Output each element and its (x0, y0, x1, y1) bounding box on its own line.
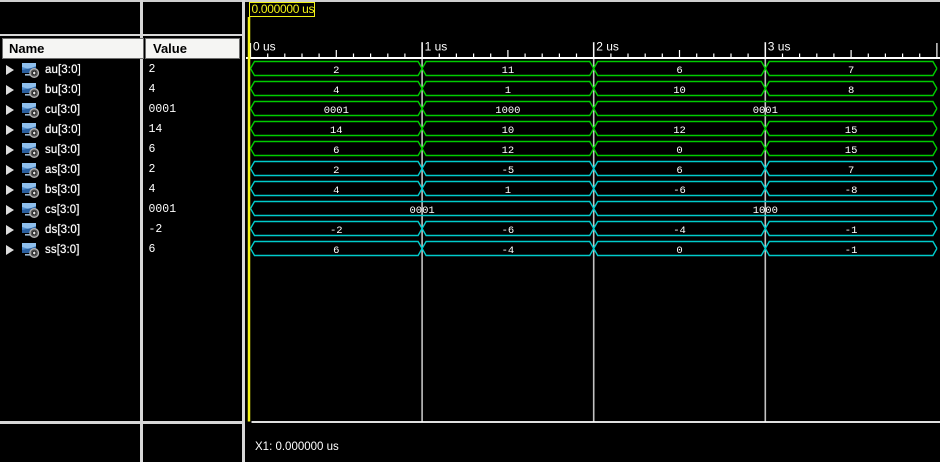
svg-text:-6: -6 (673, 185, 686, 197)
svg-text:-6: -6 (502, 225, 515, 237)
svg-text:0001: 0001 (324, 105, 349, 117)
svg-text:-8: -8 (845, 185, 858, 197)
svg-text:0: 0 (676, 245, 682, 257)
svg-text:6: 6 (676, 65, 682, 77)
svg-text:15: 15 (845, 125, 858, 137)
svg-text:0: 0 (676, 145, 682, 157)
svg-text:10: 10 (502, 125, 515, 137)
svg-text:-2: -2 (330, 225, 343, 237)
svg-text:2 us: 2 us (596, 40, 619, 54)
svg-text:0001: 0001 (409, 205, 434, 217)
svg-text:4: 4 (333, 85, 339, 97)
svg-text:7: 7 (848, 65, 854, 77)
svg-text:15: 15 (845, 145, 858, 157)
svg-text:-1: -1 (845, 245, 858, 257)
svg-text:-5: -5 (502, 165, 515, 177)
svg-text:3 us: 3 us (768, 40, 791, 54)
svg-text:1: 1 (505, 185, 511, 197)
svg-text:4: 4 (333, 185, 339, 197)
svg-text:8: 8 (848, 85, 854, 97)
svg-text:-4: -4 (502, 245, 515, 257)
svg-text:10: 10 (673, 85, 686, 97)
svg-text:6: 6 (333, 145, 339, 157)
svg-text:1 us: 1 us (425, 40, 448, 54)
svg-text:1000: 1000 (753, 205, 778, 217)
svg-text:12: 12 (673, 125, 686, 137)
svg-text:6: 6 (676, 165, 682, 177)
svg-text:-1: -1 (845, 225, 858, 237)
svg-text:0001: 0001 (753, 105, 778, 117)
svg-text:6: 6 (333, 245, 339, 257)
svg-text:-4: -4 (673, 225, 686, 237)
svg-text:12: 12 (502, 145, 515, 157)
svg-text:14: 14 (330, 125, 343, 137)
svg-text:7: 7 (848, 165, 854, 177)
svg-text:1000: 1000 (495, 105, 520, 117)
svg-text:1: 1 (505, 85, 511, 97)
svg-text:0 us: 0 us (253, 40, 276, 54)
svg-text:2: 2 (333, 65, 339, 77)
svg-text:11: 11 (502, 65, 515, 77)
svg-text:2: 2 (333, 165, 339, 177)
